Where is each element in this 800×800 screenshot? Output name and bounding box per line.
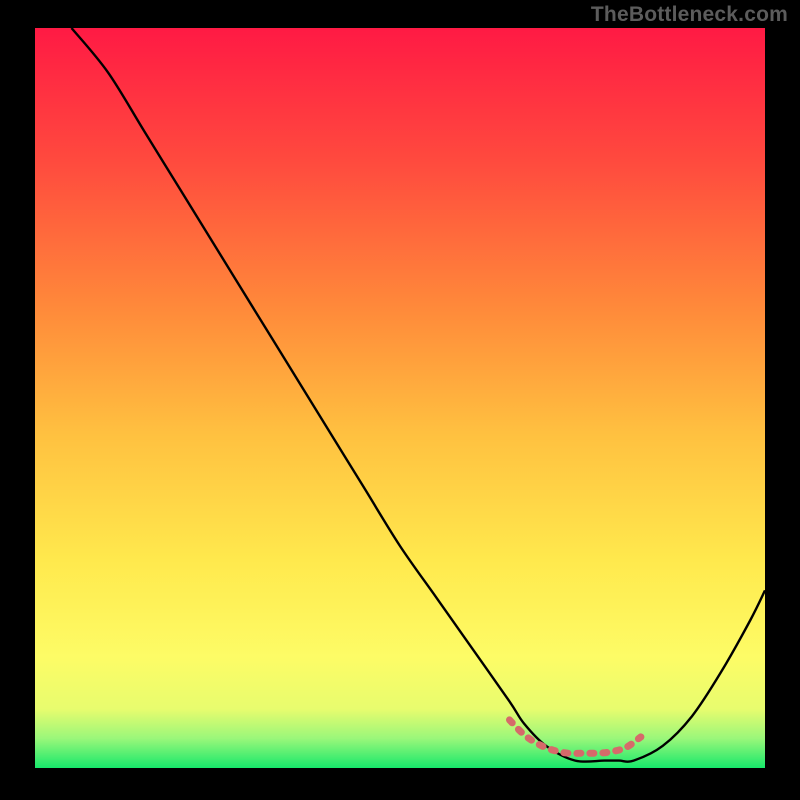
plot-background [35, 28, 765, 768]
watermark-text: TheBottleneck.com [591, 3, 788, 27]
chart-frame: TheBottleneck.com [0, 0, 800, 800]
bottleneck-chart [0, 0, 800, 800]
